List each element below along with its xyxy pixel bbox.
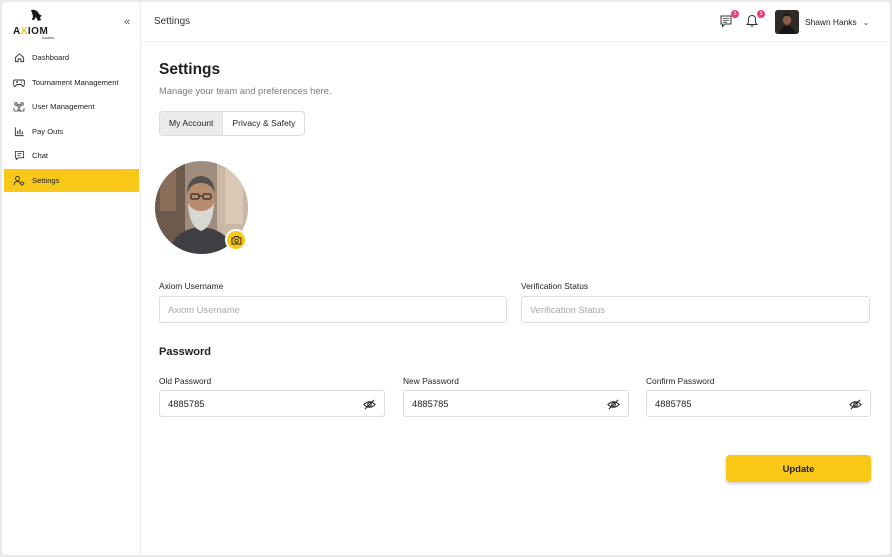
sidebar: AXIOM GAMING « Dashboard Tournament Mana… [2, 2, 141, 555]
eye-off-icon[interactable] [849, 398, 862, 411]
update-button[interactable]: Update [726, 455, 871, 482]
svg-text:GAMING: GAMING [42, 36, 55, 40]
password-section-title: Password [159, 346, 211, 358]
confirm-password-label: Confirm Password [646, 376, 715, 386]
chevron-down-icon: ⌄ [862, 17, 870, 27]
header-title: Settings [154, 16, 191, 27]
messages-badge: 3 [731, 10, 739, 18]
username-input[interactable]: Axiom Username [159, 296, 507, 323]
page-title: Settings [159, 61, 221, 78]
username-label: Axiom Username [159, 281, 224, 291]
new-password-value: 4885785 [412, 398, 449, 409]
home-icon [13, 52, 25, 64]
user-settings-icon [13, 174, 25, 186]
confirm-password-value: 4885785 [655, 398, 692, 409]
sidebar-item-label: Dashboard [32, 53, 70, 62]
sidebar-item-chat[interactable]: Chat [4, 144, 139, 167]
sidebar-item-label: Chat [32, 151, 49, 161]
new-password-label: New Password [403, 376, 459, 386]
app-window: AXIOM GAMING « Dashboard Tournament Mana… [2, 2, 890, 555]
new-password-field[interactable]: 4885785 [403, 390, 629, 417]
eye-off-icon[interactable] [607, 398, 620, 411]
sidebar-item-pay-outs[interactable]: Pay Outs [4, 120, 139, 143]
change-photo-button[interactable] [225, 229, 247, 251]
eye-off-icon[interactable] [363, 398, 376, 411]
sidebar-item-user-management[interactable]: User Management [4, 95, 139, 118]
old-password-value: 4885785 [168, 398, 205, 409]
verification-status-input[interactable]: Verification Status [521, 296, 870, 323]
user-menu[interactable]: Shawn Hanks ⌄ [775, 10, 869, 34]
sidebar-item-tournament-management[interactable]: Tournament Management [4, 71, 139, 94]
camera-icon [231, 236, 241, 245]
sidebar-item-settings[interactable]: Settings [4, 168, 139, 192]
main-content: Settings Manage your team and preference… [141, 43, 890, 555]
gamepad-icon [13, 76, 25, 88]
axiom-logo[interactable]: AXIOM GAMING [12, 8, 64, 42]
collapse-sidebar-icon[interactable]: « [120, 15, 134, 29]
sidebar-item-label: Tournament Management [32, 77, 119, 87]
chat-icon [13, 150, 25, 162]
bar-chart-icon [13, 125, 25, 137]
settings-tabs: My Account Privacy & Safety [159, 111, 306, 136]
sidebar-nav: Dashboard Tournament Management User Man… [4, 46, 139, 194]
notifications-button[interactable]: 3 [745, 10, 765, 30]
sidebar-item-label: Pay Outs [32, 126, 64, 136]
verification-status-label: Verification Status [521, 281, 589, 291]
confirm-password-field[interactable]: 4885785 [646, 390, 871, 417]
sidebar-item-label: User Management [32, 102, 95, 112]
old-password-field[interactable]: 4885785 [159, 390, 385, 417]
tab-privacy-safety[interactable]: Privacy & Safety [223, 112, 305, 135]
messages-button[interactable]: 3 [719, 10, 739, 30]
old-password-label: Old Password [159, 376, 212, 386]
users-group-icon [13, 101, 25, 113]
page-subtitle: Manage your team and preferences here. [159, 85, 332, 96]
top-bar: Settings 3 3 Shawn Hanks ⌄ [141, 2, 890, 42]
sidebar-item-label: Settings [32, 175, 60, 185]
user-name: Shawn Hanks [805, 17, 857, 27]
tab-my-account[interactable]: My Account [160, 112, 224, 135]
notifications-badge: 3 [757, 10, 765, 18]
sidebar-item-dashboard[interactable]: Dashboard [4, 46, 139, 69]
avatar [775, 10, 799, 34]
